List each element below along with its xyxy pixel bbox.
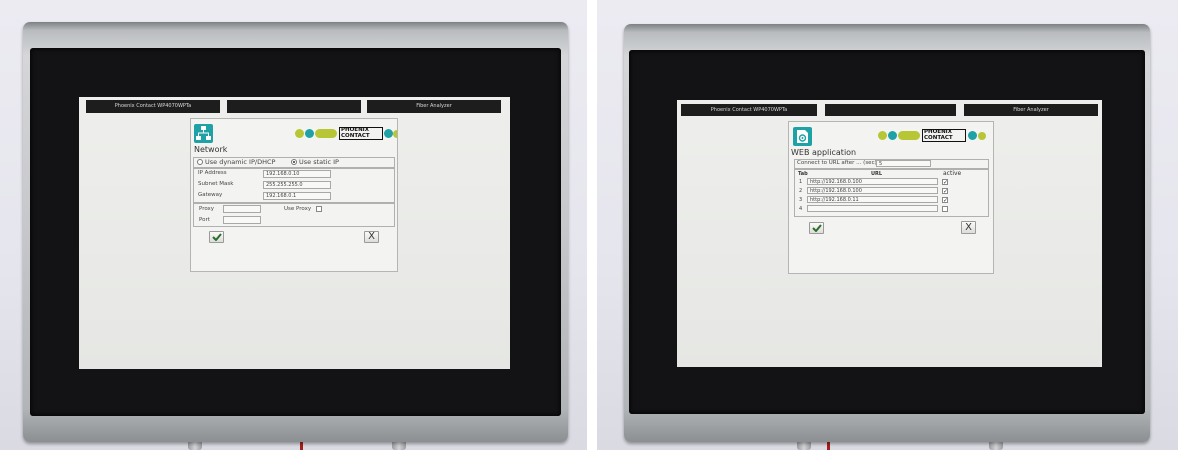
logo-dot xyxy=(888,131,897,140)
active-checkbox[interactable]: ✓ xyxy=(942,188,948,195)
logo-pill xyxy=(315,129,337,138)
tab-empty[interactable] xyxy=(227,100,361,113)
ip-address-input[interactable]: 192.168.0.10 xyxy=(263,170,331,178)
url-input[interactable] xyxy=(807,205,938,212)
logo-dot xyxy=(305,129,314,138)
network-icon xyxy=(194,124,213,143)
device-bezel: Phoenix Contact WP4070WPTa Fiber Analyze… xyxy=(30,48,561,416)
ok-button[interactable] xyxy=(809,222,824,234)
logo-dot xyxy=(978,132,986,140)
row-number: 4 xyxy=(799,206,803,212)
proxy-label: Proxy xyxy=(199,206,215,212)
device-frame: Phoenix Contact WP4070WPTa Fiber Analyze… xyxy=(624,24,1150,442)
touch-screen: Phoenix Contact WP4070WPTa Fiber Analyze… xyxy=(677,100,1102,367)
gateway-input[interactable]: 192.168.0.1 xyxy=(263,192,331,200)
column-header-tab: Tab xyxy=(798,171,808,177)
active-checkbox[interactable] xyxy=(942,206,948,212)
network-dialog: PHOENIX CONTACT Network Use dynamic IP/D… xyxy=(190,118,398,272)
proxy-input[interactable] xyxy=(223,205,261,213)
brand-wordmark: PHOENIX CONTACT xyxy=(922,129,966,142)
dhcp-label: Use dynamic IP/DHCP xyxy=(205,158,276,166)
static-ip-label: Use static IP xyxy=(299,158,339,166)
tab-analyzer[interactable]: Fiber Analyzer xyxy=(964,104,1098,116)
logo-pill xyxy=(898,131,920,140)
subnet-mask-label: Subnet Mask xyxy=(198,181,234,187)
dhcp-radio[interactable] xyxy=(197,159,203,165)
tab-device[interactable]: Phoenix Contact WP4070WPTa xyxy=(86,100,220,113)
use-proxy-checkbox[interactable] xyxy=(316,206,322,212)
checkmark-icon xyxy=(811,224,822,232)
gateway-label: Gateway xyxy=(198,192,223,198)
row-number: 1 xyxy=(799,179,803,185)
device-frame: Phoenix Contact WP4070WPTa Fiber Analyze… xyxy=(23,22,568,442)
column-header-url: URL xyxy=(871,171,883,177)
tab-analyzer[interactable]: Fiber Analyzer xyxy=(367,100,501,113)
brand-wordmark: PHOENIX CONTACT xyxy=(339,127,383,140)
brand-line: CONTACT xyxy=(924,134,953,141)
url-input[interactable]: http://192.168.0.100 xyxy=(807,187,938,194)
brand-line: CONTACT xyxy=(341,132,370,139)
dialog-title: Network xyxy=(194,145,228,154)
static-ip-radio[interactable] xyxy=(291,159,297,165)
photo-web-app-panel: Phoenix Contact WP4070WPTa Fiber Analyze… xyxy=(597,0,1178,450)
connect-delay-label: Connect to URL after ... (sec) xyxy=(797,160,877,166)
web-application-dialog: PHOENIX CONTACT WEB application Connect … xyxy=(788,121,994,274)
logo-dot xyxy=(393,130,397,138)
logo-dot xyxy=(878,131,887,140)
tab-device[interactable]: Phoenix Contact WP4070WPTa xyxy=(681,104,817,116)
ip-address-label: IP Address xyxy=(198,170,227,176)
connect-delay-input[interactable]: 5 xyxy=(876,160,931,167)
row-number: 3 xyxy=(799,197,803,203)
url-input[interactable]: http://192.168.0.11 xyxy=(807,196,938,203)
dialog-title: WEB application xyxy=(791,148,857,157)
column-header-active: active xyxy=(943,170,962,177)
cancel-button[interactable]: X xyxy=(364,231,379,243)
logo-dot xyxy=(968,131,977,140)
close-icon: X xyxy=(368,231,375,242)
port-input[interactable] xyxy=(223,216,261,224)
web-document-icon xyxy=(793,127,812,146)
device-bezel: Phoenix Contact WP4070WPTa Fiber Analyze… xyxy=(629,50,1145,414)
touch-screen: Phoenix Contact WP4070WPTa Fiber Analyze… xyxy=(79,97,510,369)
logo-dot xyxy=(384,129,393,138)
url-input[interactable]: http://192.168.0.100 xyxy=(807,178,938,185)
photo-network-panel: Phoenix Contact WP4070WPTa Fiber Analyze… xyxy=(0,0,587,450)
ok-button[interactable] xyxy=(209,231,224,243)
close-icon: X xyxy=(965,221,972,233)
logo-dot xyxy=(295,129,304,138)
port-label: Port xyxy=(199,217,210,223)
use-proxy-label: Use Proxy xyxy=(284,206,312,212)
checkmark-icon xyxy=(211,233,222,241)
row-number: 2 xyxy=(799,188,803,194)
cancel-button[interactable]: X xyxy=(961,221,976,234)
active-checkbox[interactable]: ✓ xyxy=(942,179,948,186)
tab-empty[interactable] xyxy=(825,104,956,116)
subnet-mask-input[interactable]: 255.255.255.0 xyxy=(263,181,331,189)
active-checkbox[interactable]: ✓ xyxy=(942,197,948,204)
